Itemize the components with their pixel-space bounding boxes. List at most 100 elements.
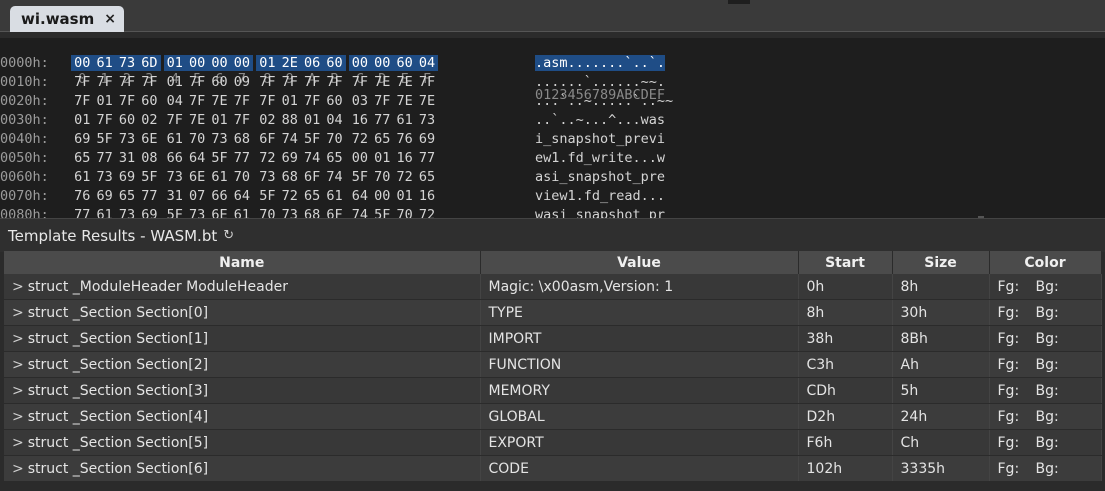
hex-byte[interactable]: 00 (230, 55, 254, 71)
table-row[interactable]: > struct _Section Section[5] EXPORT F6h Ch Fg… (4, 429, 1102, 456)
hex-byte[interactable]: 01 (71, 112, 93, 128)
color-cell[interactable]: Fg: Bg: (989, 274, 1102, 300)
hex-byte[interactable]: 01 (256, 55, 279, 71)
hex-byte[interactable]: 70 (323, 131, 345, 147)
hex-byte[interactable]: 7F (186, 93, 208, 109)
expand-chevron-icon[interactable]: > (12, 435, 24, 451)
hex-byte[interactable]: 61 (93, 55, 116, 71)
hex-bytes[interactable]: 65 77 31 08 66 64 5F 77 72 69 74 65 00 01 16 77 (71, 150, 438, 166)
hex-byte[interactable]: 77 (231, 150, 253, 166)
hex-byte[interactable]: 73 (279, 207, 301, 218)
hex-byte[interactable]: 73 (164, 169, 186, 185)
hex-byte[interactable]: 6F (301, 169, 323, 185)
hex-byte[interactable]: 65 (301, 188, 323, 204)
hex-byte[interactable]: 77 (371, 112, 393, 128)
hex-byte[interactable]: 07 (186, 188, 208, 204)
hex-byte[interactable]: 74 (301, 150, 323, 166)
hex-byte[interactable]: 61 (71, 169, 93, 185)
hex-byte[interactable]: 7F (349, 74, 371, 90)
hex-byte[interactable]: 6D (138, 55, 161, 71)
hex-byte[interactable]: 66 (164, 150, 186, 166)
hex-byte[interactable]: 77 (416, 150, 438, 166)
hex-byte[interactable]: 00 (185, 55, 209, 71)
hex-byte[interactable]: 7F (138, 74, 160, 90)
hex-byte[interactable]: 7E (371, 74, 393, 90)
hex-byte[interactable]: 04 (164, 93, 186, 109)
hex-byte[interactable]: 69 (93, 188, 115, 204)
column-header-name[interactable]: Name (4, 251, 481, 274)
hex-byte[interactable]: 01 (93, 93, 115, 109)
hex-byte[interactable]: 7F (71, 93, 93, 109)
hex-byte[interactable]: 5F (301, 131, 323, 147)
hex-byte[interactable]: 7F (323, 74, 345, 90)
hex-byte[interactable]: 73 (116, 131, 138, 147)
hex-byte[interactable]: 5F (138, 169, 160, 185)
hex-byte[interactable]: 5F (371, 207, 393, 218)
hex-byte[interactable]: 74 (323, 169, 345, 185)
hex-byte[interactable]: 16 (349, 112, 371, 128)
hex-byte[interactable]: 7E (393, 93, 415, 109)
table-row[interactable]: > struct _Section Section[1] IMPORT 38h 8Bh F… (4, 325, 1102, 352)
hex-byte[interactable]: 01 (164, 74, 186, 90)
hex-byte[interactable]: 04 (323, 112, 345, 128)
hex-bytes[interactable]: 76 69 65 77 31 07 66 64 5F 72 65 61 64 00 01 16 (71, 188, 438, 204)
hex-byte[interactable]: 68 (231, 131, 253, 147)
hex-byte[interactable]: 73 (256, 169, 278, 185)
hex-byte[interactable]: 69 (116, 169, 138, 185)
hex-byte[interactable]: 7F (256, 93, 278, 109)
hex-byte[interactable]: 66 (208, 188, 230, 204)
hex-byte[interactable]: 60 (138, 93, 160, 109)
hex-byte[interactable]: 60 (393, 55, 416, 71)
hex-byte[interactable]: 6E (186, 169, 208, 185)
hex-ascii[interactable]: ......`......~~. (535, 74, 665, 90)
hex-byte[interactable]: 72 (256, 150, 278, 166)
hex-byte[interactable]: 69 (416, 131, 438, 147)
hex-byte[interactable]: 03 (349, 93, 371, 109)
hex-byte[interactable]: 01 (301, 112, 323, 128)
hex-byte[interactable]: 7E (393, 74, 415, 90)
hex-byte[interactable]: 61 (231, 207, 253, 218)
hex-byte[interactable]: 09 (231, 74, 253, 90)
hex-byte[interactable]: 5F (349, 169, 371, 185)
hex-byte[interactable]: 7F (256, 74, 278, 90)
hex-bytes[interactable]: 69 5F 73 6E 61 70 73 68 6F 74 5F 70 72 65 76 69 (71, 131, 438, 147)
hex-byte[interactable]: 69 (71, 131, 93, 147)
hex-byte[interactable]: 7E (416, 93, 438, 109)
hex-bytes[interactable]: 61 73 69 5F 73 6E 61 70 73 68 6F 74 5F 70 72 65 (71, 169, 438, 185)
hex-byte[interactable]: 7F (279, 74, 301, 90)
hex-byte[interactable]: 16 (393, 150, 415, 166)
hex-byte[interactable]: 77 (138, 188, 160, 204)
hex-byte[interactable]: 06 (300, 55, 324, 71)
hex-byte[interactable]: 73 (93, 169, 115, 185)
hex-byte[interactable]: 70 (393, 207, 415, 218)
expand-chevron-icon[interactable]: > (12, 383, 24, 399)
table-row[interactable]: > struct _Section Section[6] CODE 102h 3335h… (4, 455, 1102, 482)
hex-byte[interactable]: 74 (349, 207, 371, 218)
hex-byte[interactable]: 76 (393, 131, 415, 147)
tab-wi-wasm[interactable]: wi.wasm × (10, 6, 124, 32)
hex-ascii[interactable]: wasi_snapshot_pr (535, 207, 665, 218)
hex-byte[interactable]: 72 (349, 131, 371, 147)
hex-byte[interactable]: 77 (93, 150, 115, 166)
expand-chevron-icon[interactable]: > (12, 305, 24, 321)
column-header-value[interactable]: Value (480, 251, 799, 274)
hex-byte[interactable]: 01 (393, 188, 415, 204)
hex-byte[interactable]: 08 (138, 150, 160, 166)
hex-byte[interactable]: 60 (116, 112, 138, 128)
hex-byte[interactable]: 73 (208, 131, 230, 147)
hex-byte[interactable]: 64 (349, 188, 371, 204)
hex-byte[interactable]: 31 (116, 150, 138, 166)
table-row[interactable]: > struct _Section Section[0] TYPE 8h 30h Fg: B… (4, 299, 1102, 326)
expand-chevron-icon[interactable]: > (12, 279, 24, 295)
hex-byte[interactable]: 02 (256, 112, 278, 128)
hex-bytes[interactable]: 01 7F 60 02 7F 7E 01 7F 02 88 01 04 16 77 61 73 (71, 112, 438, 128)
hex-bytes[interactable]: 77 61 73 69 5F 73 6E 61 70 73 68 6F 74 5F 70 72 (71, 207, 438, 218)
hex-byte[interactable]: 73 (116, 207, 138, 218)
hex-byte[interactable]: 61 (208, 169, 230, 185)
hex-byte[interactable]: 68 (301, 207, 323, 218)
hex-ascii[interactable]: view1.fd_read... (535, 188, 665, 204)
color-cell[interactable]: Fg: Bg: (989, 299, 1102, 326)
hex-byte[interactable]: 73 (416, 112, 438, 128)
table-row[interactable]: > struct _ModuleHeader ModuleHeader Magic:… (4, 274, 1102, 300)
hex-byte[interactable]: 7F (116, 74, 138, 90)
